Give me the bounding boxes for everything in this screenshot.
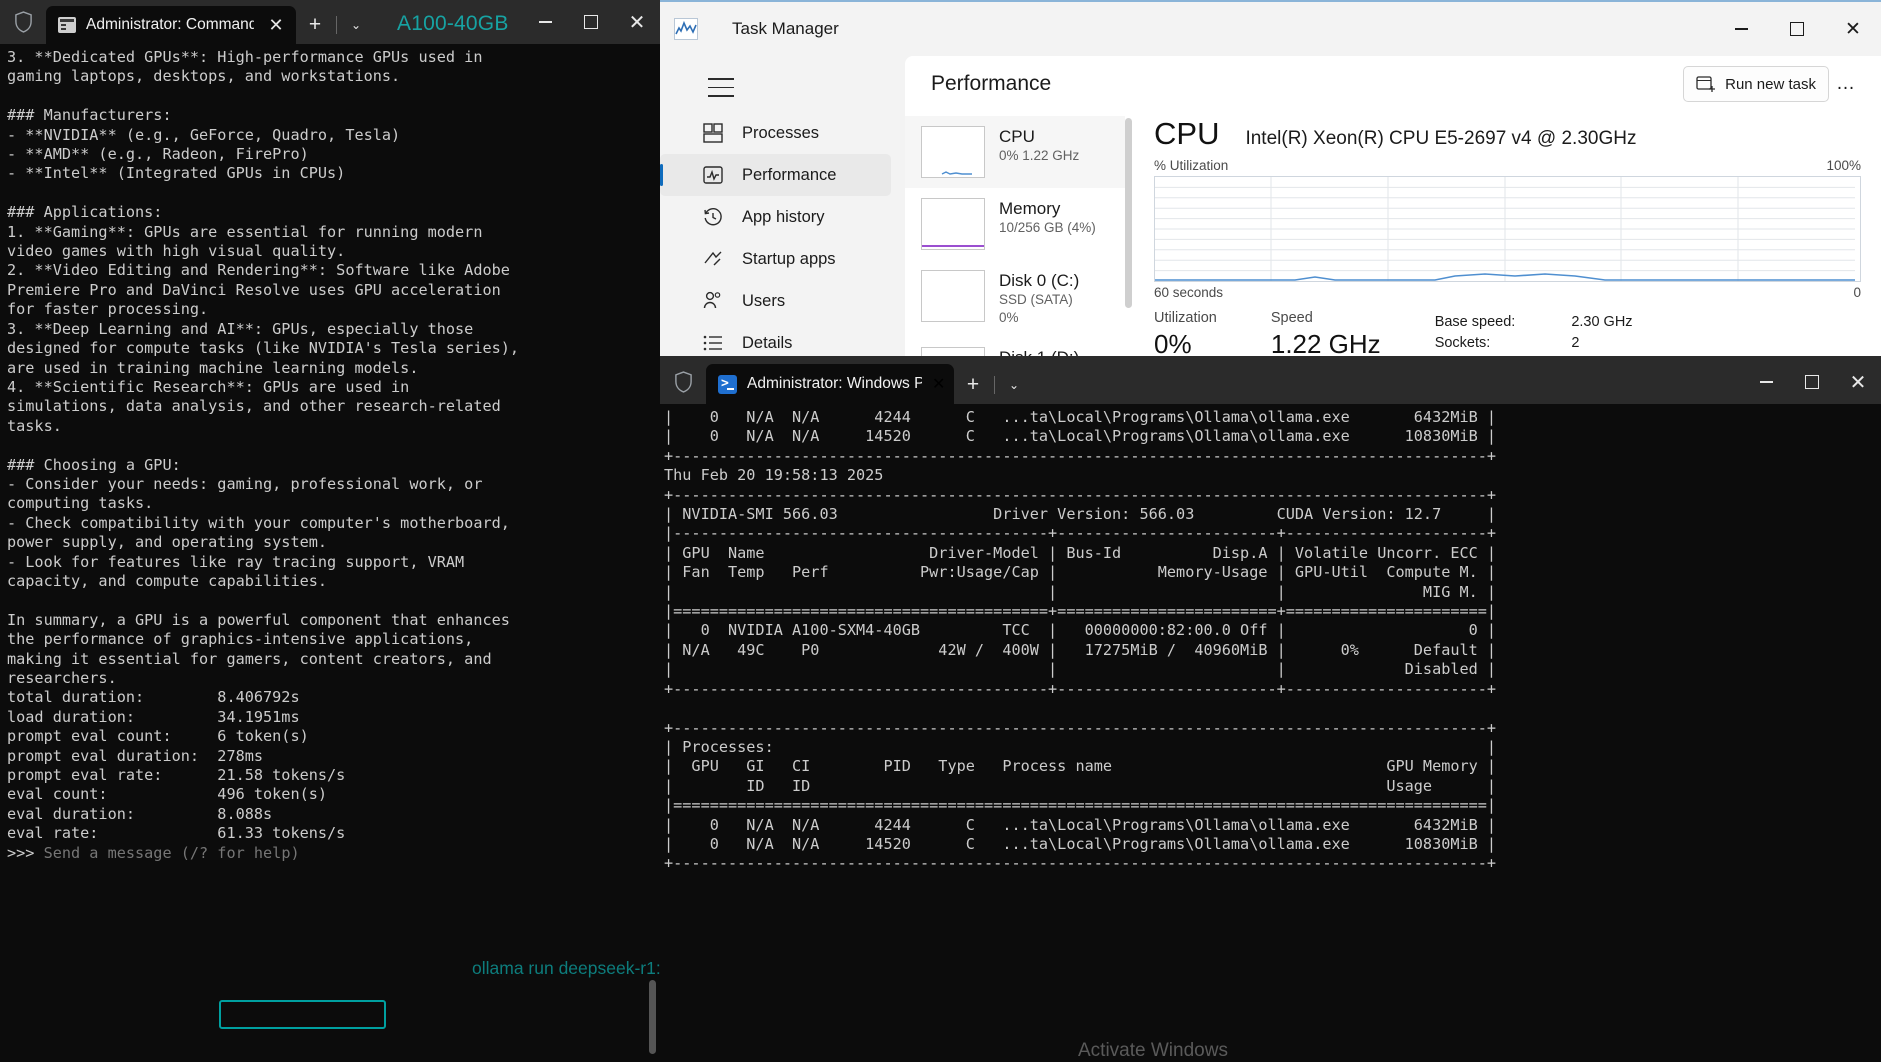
minimize-icon[interactable] [1713, 2, 1769, 56]
sidebar-item-label: Users [742, 291, 786, 310]
resource-card-disk0[interactable]: Disk 0 (C:) SSD (SATA) 0% [905, 260, 1125, 337]
terminal-tab-title: Administrator: Command Pro [86, 16, 254, 33]
resource-list-scrollbar[interactable] [1125, 118, 1132, 308]
graph-y-max: 100% [1826, 158, 1861, 173]
resource-sub: 10/256 GB (4%) [999, 220, 1096, 235]
graph-x-label: 60 seconds [1154, 285, 1224, 300]
cpu-model-name: Intel(R) Xeon(R) CPU E5-2697 v4 @ 2.30GH… [1245, 128, 1637, 149]
maximize-icon[interactable] [1769, 2, 1825, 56]
sidebar-item-label: Performance [742, 165, 837, 184]
new-tab-button[interactable]: + [296, 6, 334, 44]
run-new-task-label: Run new task [1725, 75, 1816, 93]
graph-y-label: % Utilization [1154, 158, 1229, 173]
stat-label: Speed [1270, 310, 1313, 326]
toolbar-divider [994, 376, 995, 394]
taskmanager-icon [674, 18, 698, 40]
powershell-titlebar: Administrator: Windows Powe ✕ + ⌄ ✕ [660, 356, 1881, 404]
resource-sub: SSD (SATA) [999, 292, 1073, 307]
console-icon [58, 17, 76, 33]
disk0-thumbnail [921, 270, 985, 322]
close-icon[interactable]: ✕ [1825, 2, 1881, 56]
shield-icon [660, 360, 706, 404]
ollama-command-annotation: ollama run deepseek-r1:14b [472, 958, 660, 978]
task-manager-titlebar: Task Manager ✕ [660, 2, 1881, 56]
command-prompt-window: Administrator: Command Pro ✕ + ⌄ A100-40… [0, 0, 660, 1056]
resource-sub2: 0% [999, 310, 1019, 325]
resource-name: Disk 0 (C:) [999, 271, 1080, 290]
resource-card-cpu[interactable]: CPU 0% 1.22 GHz [905, 116, 1125, 188]
sidebar-item-label: Details [742, 333, 793, 352]
terminal-tab-powershell[interactable]: Administrator: Windows Powe ✕ [706, 364, 954, 404]
graph-x-min: 0 [1853, 285, 1861, 300]
startup-apps-icon [702, 248, 724, 270]
terminal-tab-title: Administrator: Windows Powe [747, 375, 922, 392]
new-tab-button[interactable]: + [954, 366, 992, 404]
spec-key: Base speed: [1434, 314, 1516, 330]
spec-value: 2.30 GHz [1571, 314, 1633, 330]
graph-top-axis: % Utilization 100% [1154, 152, 1881, 176]
sidebar-item-users[interactable]: Users [660, 280, 891, 322]
close-icon[interactable]: ✕ [1835, 360, 1881, 404]
stat-label: Utilization [1154, 310, 1217, 326]
cpu-thumbnail [921, 126, 985, 178]
terminal-tab-cmd[interactable]: Administrator: Command Pro ✕ [46, 6, 296, 44]
minimize-icon[interactable] [522, 0, 568, 44]
close-tab-icon[interactable]: ✕ [932, 374, 945, 394]
page-title: Performance [931, 72, 1052, 95]
terminal-scrollbar[interactable] [649, 980, 656, 1054]
terminal-stats-block: total duration: 8.406792s load duration:… [7, 688, 346, 843]
nvidia-smi-output: | 0 N/A N/A 4244 C ...ta\Local\Programs\… [664, 408, 1497, 873]
cpu-utilization-graph [1154, 176, 1861, 282]
maximize-icon[interactable] [568, 0, 614, 44]
powershell-output-area[interactable]: | 0 N/A N/A 4244 C ...ta\Local\Programs\… [660, 404, 1881, 1056]
details-icon [702, 332, 724, 354]
terminal-llm-output: 3. **Dedicated GPUs**: High-performance … [7, 48, 520, 687]
shield-icon [0, 0, 46, 44]
powershell-icon [718, 374, 737, 394]
hamburger-icon[interactable] [708, 78, 734, 100]
spec-key: Sockets: [1434, 335, 1491, 351]
users-icon [702, 290, 724, 312]
toolbar-divider [336, 16, 337, 34]
run-new-task-button[interactable]: Run new task [1683, 66, 1829, 102]
performance-header: Performance Run new task … [905, 56, 1881, 112]
cpu-detail-header: CPU Intel(R) Xeon(R) CPU E5-2697 v4 @ 2.… [1154, 116, 1881, 152]
resource-name: CPU [999, 127, 1035, 146]
chevron-down-icon[interactable]: ⌄ [997, 366, 1031, 404]
sidebar-item-startup-apps[interactable]: Startup apps [660, 238, 891, 280]
chevron-down-icon[interactable]: ⌄ [339, 6, 373, 44]
terminal-titlebar: Administrator: Command Pro ✕ + ⌄ A100-40… [0, 0, 660, 44]
performance-icon [702, 164, 724, 186]
terminal-prompt-symbol: >>> [7, 843, 44, 862]
terminal-output-area[interactable]: 3. **Dedicated GPUs**: High-performance … [0, 44, 660, 1056]
activate-windows-watermark: Activate Windows [1078, 1040, 1228, 1061]
maximize-icon[interactable] [1789, 360, 1835, 404]
resource-name: Memory [999, 199, 1061, 218]
close-tab-icon[interactable]: ✕ [264, 16, 288, 34]
sidebar-item-label: App history [742, 207, 825, 226]
sidebar-item-processes[interactable]: Processes [660, 112, 891, 154]
gpu-badge-label: A100-40GB [397, 12, 509, 35]
powershell-window: Administrator: Windows Powe ✕ + ⌄ ✕ | 0 … [660, 356, 1881, 1056]
minimize-icon[interactable] [1743, 360, 1789, 404]
run-new-task-icon [1696, 75, 1716, 93]
more-options-icon[interactable]: … [1829, 67, 1863, 101]
sidebar-item-label: Startup apps [742, 249, 836, 268]
memory-thumbnail [921, 198, 985, 250]
cpu-detail-title: CPU [1154, 116, 1220, 151]
resource-sub: 0% 1.22 GHz [999, 148, 1080, 163]
task-manager-title: Task Manager [732, 19, 839, 38]
spec-value: 2 [1571, 335, 1580, 351]
sidebar-item-performance[interactable]: Performance [660, 154, 891, 196]
terminal-prompt-placeholder: Send a message (/? for help) [43, 843, 300, 862]
graph-bottom-axis: 60 seconds 0 [1154, 282, 1881, 300]
app-history-icon [702, 206, 724, 228]
sidebar-item-app-history[interactable]: App history [660, 196, 891, 238]
resource-card-memory[interactable]: Memory 10/256 GB (4%) [905, 188, 1125, 260]
close-icon[interactable]: ✕ [614, 0, 660, 44]
processes-icon [702, 122, 724, 144]
sidebar-item-label: Processes [742, 123, 820, 142]
